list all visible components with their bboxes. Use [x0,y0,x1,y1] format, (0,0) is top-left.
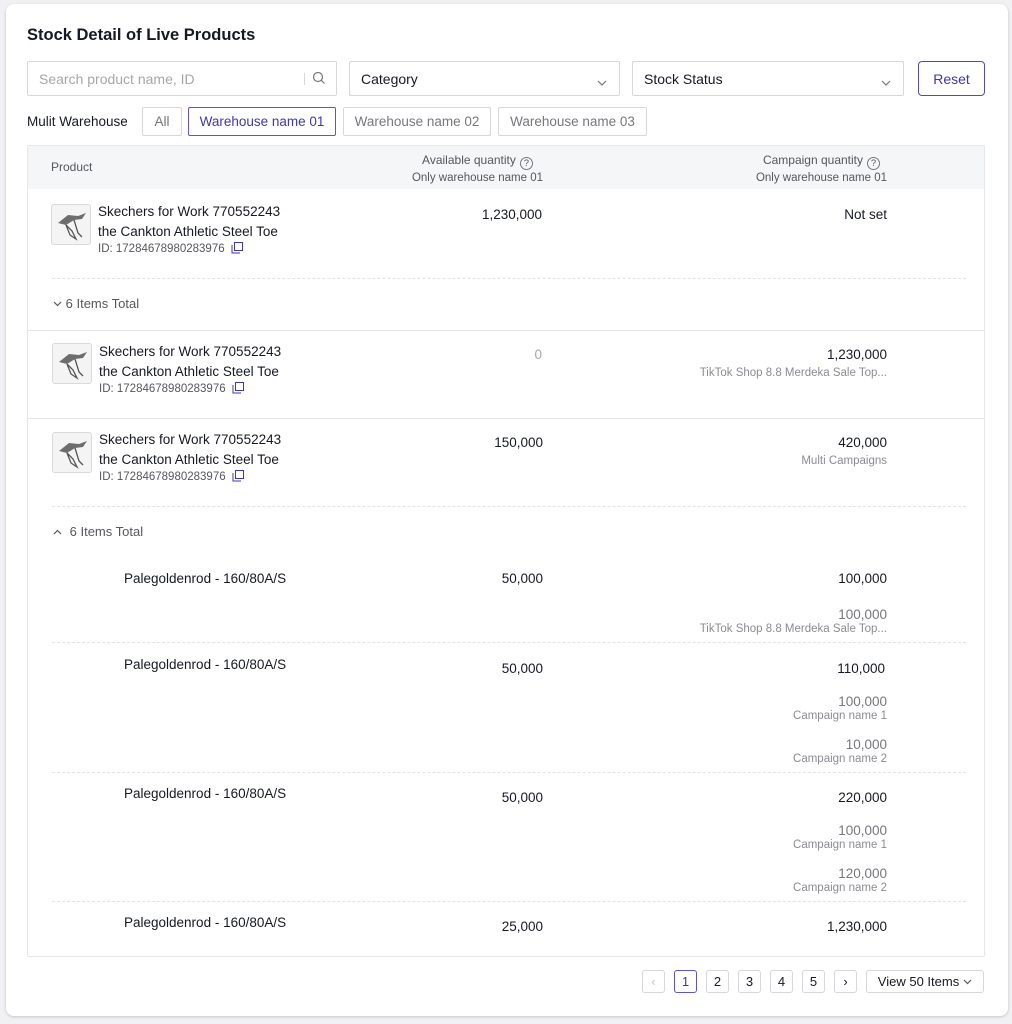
prev-page-button[interactable]: ‹ [642,970,665,993]
page-size-label: View 50 Items [877,974,960,989]
row-divider [52,901,966,902]
warehouse-tab-02[interactable]: Warehouse name 02 [343,107,491,136]
campaign-breakdown-value: 100,000 [838,607,887,622]
row-divider [52,506,966,507]
page-button-1[interactable]: 1 [674,970,697,993]
page-button-3[interactable]: 3 [738,970,761,993]
next-page-button[interactable]: › [834,970,857,993]
collapse-toggle[interactable]: 6 Items Total [53,524,143,539]
campaign-breakdown-label: Campaign name 2 [793,753,887,765]
copy-icon[interactable] [231,242,243,257]
search-placeholder: Search product name, ID [39,70,195,87]
product-name[interactable]: Skechers for Work 770552243 the Cankton A… [99,342,281,381]
variant-campaign: 110,000 [837,661,885,676]
variant-campaign: 220,000 [838,790,887,805]
warehouse-tab-03[interactable]: Warehouse name 03 [498,107,647,136]
page-button-5[interactable]: 5 [802,970,825,993]
product-name[interactable]: Skechers for Work 770552243 the Cankton A… [99,430,281,469]
page-button-2[interactable]: 2 [706,970,729,993]
campaign-name: Multi Campaigns [801,455,887,467]
col-campaign: Campaign quantity? Only warehouse name 0… [756,153,887,184]
variant-available: 50,000 [501,790,543,805]
search-icon[interactable] [312,71,326,88]
search-input[interactable]: Search product name, ID [27,61,337,96]
row-separator [28,418,984,419]
product-id: ID: 17284678980283976 [98,242,243,257]
available-quantity: 0 [534,347,542,362]
copy-icon[interactable] [232,382,244,397]
page-button-4[interactable]: 4 [770,970,793,993]
variant-available: 50,000 [501,661,543,676]
col-available-sub: Only warehouse name 01 [411,172,543,184]
variant-name: Palegoldenrod - 160/80A/S [124,571,287,586]
campaign-breakdown-label: Campaign name 2 [793,882,887,894]
campaign-breakdown-value: 100,000 [838,694,887,709]
available-quantity: 150,000 [494,435,543,450]
reset-button[interactable]: Reset [918,61,985,96]
row-divider [52,278,966,279]
variant-campaign: 1,230,000 [826,919,887,934]
page-title: Stock Detail of Live Products [27,26,256,44]
chevron-down-icon [881,74,891,90]
table-header: Product Available quantity? Only warehou… [28,146,984,189]
row-divider [52,772,966,773]
chevron-down-icon [53,301,62,307]
campaign-quantity: 1,230,000 [826,347,887,362]
col-product: Product [51,160,93,174]
row-divider [52,642,966,643]
campaign-quantity: Not set [844,207,887,222]
warehouse-tab-01[interactable]: Warehouse name 01 [188,107,336,136]
col-campaign-sub: Only warehouse name 01 [755,172,887,184]
available-quantity: 1,230,000 [481,207,542,222]
campaign-breakdown-label: Campaign name 1 [793,839,887,851]
col-available: Available quantity? Only warehouse name … [412,153,543,184]
variant-name: Palegoldenrod - 160/80A/S [124,915,287,930]
campaign-breakdown-value: 10,000 [845,737,887,752]
col-campaign-label: Campaign quantity [762,153,863,167]
stock-status-select-label: Stock Status [644,70,723,87]
campaign-breakdown-label: TikTok Shop 8.8 Merdeka Sale Top... [699,623,887,635]
variant-name: Palegoldenrod - 160/80A/S [124,657,287,672]
stock-detail-card: Stock Detail of Live Products Search pro… [6,4,1008,1016]
variant-campaign: 100,000 [838,571,887,586]
variant-available: 25,000 [501,919,543,934]
stock-table: Product Available quantity? Only warehou… [27,145,985,957]
product-id: ID: 17284678980283976 [99,470,244,485]
help-circle-icon[interactable]: ? [867,157,880,170]
variant-available: 50,000 [501,571,543,586]
row-separator [28,330,984,331]
stock-status-select[interactable]: Stock Status [632,61,904,96]
product-name[interactable]: Skechers for Work 770552243 the Cankton A… [98,202,280,241]
product-thumbnail [51,204,91,245]
product-id: ID: 17284678980283976 [99,382,244,397]
expand-toggle[interactable]: 6 Items Total [53,296,139,311]
product-thumbnail [52,432,92,473]
campaign-breakdown-label: Campaign name 1 [793,710,887,722]
help-circle-icon[interactable]: ? [519,157,533,170]
category-select-label: Category [361,70,418,87]
variant-name: Palegoldenrod - 160/80A/S [124,786,287,801]
campaign-quantity: 420,000 [838,435,887,450]
campaign-breakdown-value: 120,000 [838,866,887,881]
category-select[interactable]: Category [349,61,620,96]
warehouse-tab-all[interactable]: All [142,107,182,136]
chevron-down-icon [597,74,607,90]
search-divider [304,73,305,85]
campaign-name: TikTok Shop 8.8 Merdeka Sale Top... [699,367,887,379]
product-thumbnail [52,343,92,384]
campaign-breakdown-value: 100,000 [838,823,887,838]
warehouse-label: Mulit Warehouse [27,114,128,129]
page-size-select[interactable]: View 50 Items [866,970,984,993]
chevron-down-icon [963,979,972,984]
copy-icon[interactable] [232,470,244,485]
chevron-up-icon [53,529,62,535]
col-available-label: Available quantity [422,153,516,167]
